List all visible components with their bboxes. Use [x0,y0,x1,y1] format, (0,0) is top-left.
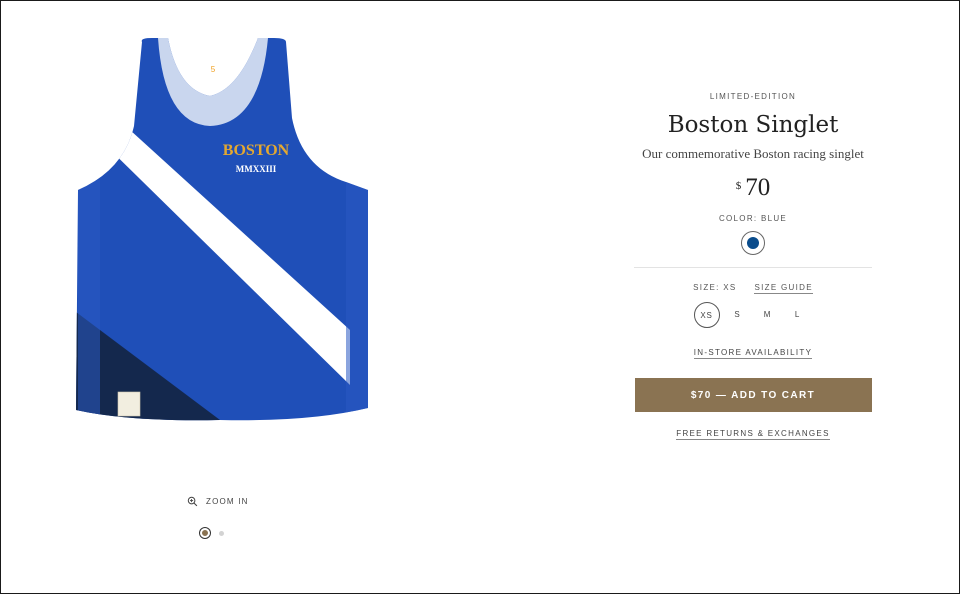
singlet-logo-bottom: MMXXIII [236,164,277,174]
size-option-l[interactable]: L [786,302,810,326]
swatch-fill [747,237,759,249]
gallery-pagination [200,528,224,538]
size-row: SIZE: XS SIZE GUIDE [634,283,872,294]
singlet-logo-top: BOSTON [223,142,290,159]
size-option-xs[interactable]: XS [693,302,720,328]
add-to-cart-button[interactable]: $70 — ADD TO CART [634,378,872,412]
color-label: COLOR: BLUE [718,214,788,223]
product-title: Boston Singlet [667,112,839,138]
size-guide-link[interactable]: SIZE GUIDE [754,283,813,294]
zoom-in-label: ZOOM IN [206,497,249,506]
gallery-dot-2[interactable] [219,530,224,536]
product-eyebrow: LIMITED-EDITION [709,92,797,101]
svg-text:5: 5 [211,65,216,74]
product-subtitle: Our commemorative Boston racing singlet [642,146,864,161]
product-info-panel: LIMITED-EDITION Boston Singlet Our comme… [634,88,872,441]
product-image[interactable]: 5 BOSTON MMXXIII [60,30,380,430]
free-returns-link[interactable]: FREE RETURNS & EXCHANGES [676,429,830,440]
size-option-s[interactable]: S [726,302,750,326]
size-option-m[interactable]: M [756,302,780,326]
size-label: SIZE: XS [693,283,737,292]
price-amount: 70 [745,174,771,201]
magnifier-plus-icon [187,496,198,507]
product-price: $70 [634,174,872,202]
in-store-availability-link[interactable]: IN-STORE AVAILABILITY [693,348,813,359]
color-swatch-blue[interactable] [741,231,765,255]
size-options: XS S M L [631,302,872,328]
zoom-in-button[interactable]: ZOOM IN [187,496,249,507]
divider [634,267,872,268]
price-currency: $ [735,180,742,192]
gallery-dot-1[interactable] [200,528,210,538]
